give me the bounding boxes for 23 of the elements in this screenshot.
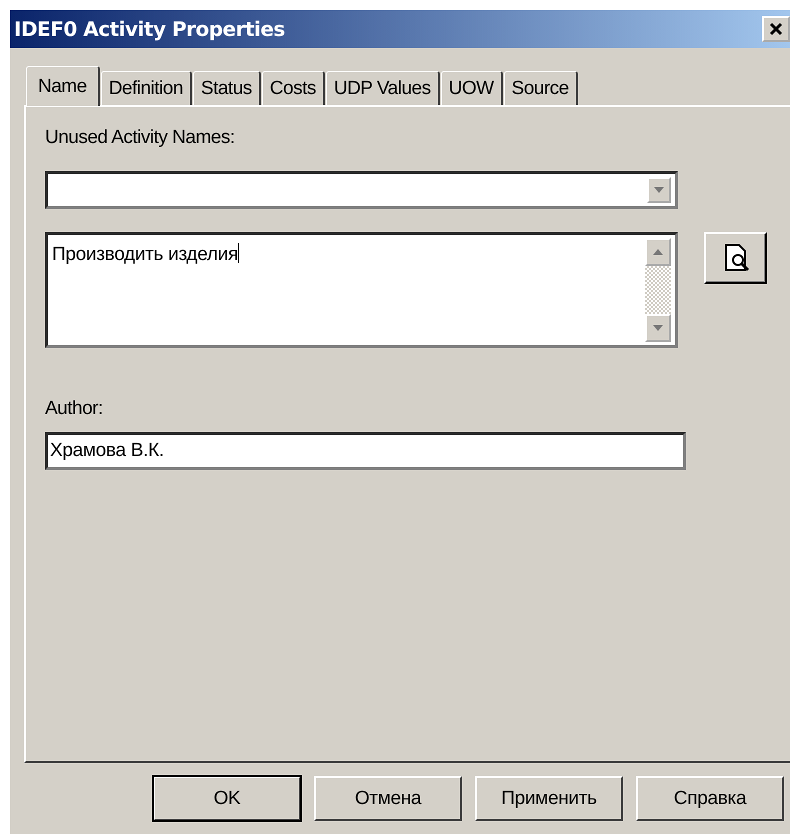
scroll-down-icon[interactable]	[645, 314, 671, 342]
close-icon	[768, 21, 784, 37]
dialog-button[interactable]: Применить	[475, 776, 623, 821]
text-value: Производить изделия	[52, 242, 239, 267]
dropdown-field[interactable]	[45, 171, 678, 209]
tab[interactable]: UOW	[440, 71, 503, 105]
text-area[interactable]: Производить изделия	[45, 232, 678, 348]
dialog-button[interactable]: Справка	[636, 776, 784, 821]
dialog-button[interactable]: Отмена	[314, 776, 462, 821]
tab[interactable]: Source	[504, 71, 578, 105]
field-label: Author:	[45, 398, 103, 420]
tab[interactable]: Status	[192, 71, 261, 105]
scroll-up-icon[interactable]	[645, 238, 671, 266]
preview-button[interactable]	[704, 232, 767, 284]
window-title: IDEF0 Activity Properties	[14, 17, 285, 41]
author-field[interactable]: Храмова В.К.	[45, 432, 686, 470]
tab[interactable]: Definition	[100, 71, 192, 105]
close-button[interactable]	[762, 16, 790, 42]
tab[interactable]: UDP Values	[326, 71, 440, 105]
dialog-button[interactable]: OK	[153, 776, 301, 821]
field-label: Unused Activity Names:	[45, 127, 235, 149]
tab[interactable]: Costs	[262, 71, 325, 105]
tab[interactable]: Name	[26, 66, 100, 106]
